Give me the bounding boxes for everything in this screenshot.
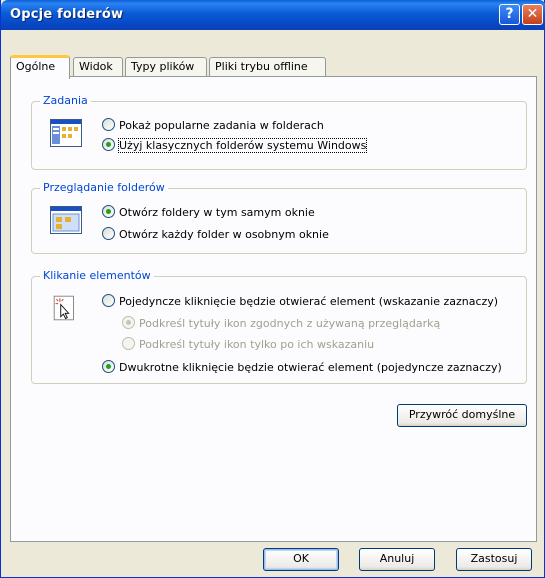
- radio-use-classic-folders[interactable]: [102, 138, 115, 151]
- radio-open-separate-window[interactable]: [102, 227, 115, 240]
- click-items-group-label: Klikanie elementów: [40, 269, 154, 282]
- use-classic-folders-label: Użyj klasycznych folderów systemu Window…: [117, 138, 368, 153]
- open-same-window-label: Otwórz foldery w tym samym oknie: [119, 206, 315, 219]
- same-window-icon: [50, 206, 82, 234]
- close-button[interactable]: ✕: [522, 4, 543, 25]
- single-click-option[interactable]: Pojedyncze kliknięcie będzie otwierać el…: [102, 294, 498, 308]
- show-common-tasks-option[interactable]: Pokaż popularne zadania w folderach: [102, 118, 324, 132]
- ok-button[interactable]: OK: [263, 548, 339, 571]
- folder-options-dialog: Opcje folderów ? ✕ Ogólne Widok Typy pli…: [0, 0, 545, 578]
- title-bar[interactable]: Opcje folderów ? ✕: [1, 0, 545, 30]
- radio-underline-point: [122, 337, 135, 350]
- double-click-label: Dwukrotne kliknięcie będzie otwierać ele…: [119, 361, 502, 374]
- open-separate-window-option[interactable]: Otwórz każdy folder w osobnym oknie: [102, 227, 329, 241]
- use-classic-folders-option[interactable]: Użyj klasycznych folderów systemu Window…: [102, 138, 368, 153]
- apply-button[interactable]: Zastosuj: [456, 548, 532, 571]
- browse-folders-group: Przeglądanie folderów: [31, 181, 527, 254]
- radio-single-click[interactable]: [102, 294, 115, 307]
- restore-defaults-button[interactable]: Przywróć domyślne: [397, 404, 527, 427]
- radio-double-click[interactable]: [102, 360, 115, 373]
- underline-browser-option: Podkreśl tytuły ikon zgodnych z używaną …: [122, 316, 440, 330]
- tab-general[interactable]: Ogólne: [10, 55, 70, 79]
- underline-point-option: Podkreśl tytuły ikon tylko po ich wskaza…: [122, 337, 374, 351]
- double-click-option[interactable]: Dwukrotne kliknięcie będzie otwierać ele…: [102, 360, 502, 374]
- open-same-window-option[interactable]: Otwórz foldery w tym samym oknie: [102, 205, 315, 219]
- single-click-cursor-icon: [53, 295, 74, 321]
- radio-show-common-tasks[interactable]: [102, 118, 115, 131]
- open-separate-window-label: Otwórz każdy folder w osobnym oknie: [119, 228, 329, 241]
- tab-view[interactable]: Widok: [73, 57, 123, 77]
- tab-offline-files[interactable]: Pliki trybu offline: [209, 57, 326, 77]
- tasks-group-label: Zadania: [40, 94, 91, 107]
- radio-open-same-window[interactable]: [102, 205, 115, 218]
- window-title: Opcje folderów: [10, 7, 124, 22]
- task-pane-folder-icon: [50, 119, 82, 147]
- show-common-tasks-label: Pokaż popularne zadania w folderach: [119, 119, 324, 132]
- browse-folders-group-label: Przeglądanie folderów: [40, 181, 168, 194]
- help-button[interactable]: ?: [499, 4, 520, 25]
- tab-file-types[interactable]: Typy plików: [125, 57, 207, 77]
- radio-underline-browser: [122, 316, 135, 329]
- tasks-group: Zadania: [31, 94, 527, 170]
- cancel-button[interactable]: Anuluj: [359, 548, 435, 571]
- underline-browser-label: Podkreśl tytuły ikon zgodnych z używaną …: [139, 317, 441, 330]
- single-click-label: Pojedyncze kliknięcie będzie otwierać el…: [119, 295, 499, 308]
- underline-point-label: Podkreśl tytuły ikon tylko po ich wskaza…: [139, 338, 375, 351]
